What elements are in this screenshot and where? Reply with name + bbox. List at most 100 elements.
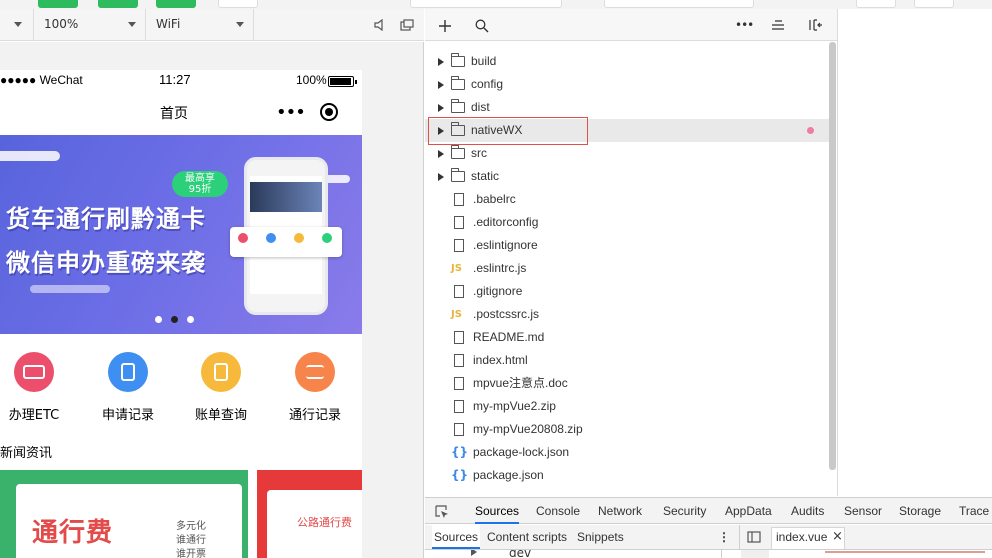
tab-trace[interactable]: Trace xyxy=(959,498,989,524)
battery-label: 100% xyxy=(296,73,327,87)
tab-sensor[interactable]: Sensor xyxy=(844,498,882,524)
tree-file[interactable]: index.html xyxy=(425,349,829,372)
tab-console[interactable]: Console xyxy=(536,498,580,524)
news-card-title: 通行费 xyxy=(32,518,114,548)
promo-banner[interactable]: 货车通行刷黔通卡 微信申办重磅来袭 最高享 95折 xyxy=(0,135,362,334)
compile-button[interactable] xyxy=(38,0,78,8)
toggle-panel-icon[interactable] xyxy=(809,19,823,31)
debug-button[interactable] xyxy=(156,0,196,8)
collapse-all-icon[interactable] xyxy=(771,20,785,30)
subtab-snippets[interactable]: Snippets xyxy=(577,525,624,549)
tree-file[interactable]: {} package-lock.json xyxy=(425,441,829,464)
shortcut-pass-records[interactable]: 通行记录 xyxy=(280,352,350,423)
clock-label: 11:27 xyxy=(159,72,191,87)
tree-file[interactable]: .editorconfig xyxy=(425,211,829,234)
news-card[interactable]: 公路通行费 xyxy=(257,470,362,558)
carrier-label: ●●●●● WeChat xyxy=(0,73,83,87)
mode-select[interactable] xyxy=(410,0,562,8)
list-icon xyxy=(295,352,335,392)
js-file-icon: JS xyxy=(451,263,462,274)
tree-item-label: my-mpVue2.zip xyxy=(473,399,556,413)
expand-arrow-icon[interactable] xyxy=(438,58,444,66)
more-dots-icon[interactable]: ••• xyxy=(276,104,306,122)
selection-outline xyxy=(428,117,588,145)
shortcut-apply-etc[interactable]: 办理ETC xyxy=(0,352,69,423)
tree-file[interactable]: JS .eslintrc.js xyxy=(425,257,829,280)
detach-window-icon[interactable] xyxy=(400,19,414,31)
volume-icon[interactable] xyxy=(374,19,386,31)
expand-arrow-icon[interactable] xyxy=(438,173,444,181)
search-icon[interactable] xyxy=(475,19,489,33)
add-icon[interactable] xyxy=(439,20,451,32)
more-icon[interactable]: ••• xyxy=(735,18,754,32)
expand-arrow-icon[interactable] xyxy=(471,550,477,556)
tree-file[interactable]: mpvue注意点.doc xyxy=(425,372,829,395)
file-icon xyxy=(454,354,464,367)
zoom-select[interactable]: 100% xyxy=(34,9,146,40)
tree-file[interactable]: my-mpVue2.zip xyxy=(425,395,829,418)
tree-file[interactable]: .babelrc xyxy=(425,188,829,211)
shortcut-application-records[interactable]: 申请记录 xyxy=(93,352,163,423)
network-value: WiFi xyxy=(156,17,181,31)
carousel-dot[interactable] xyxy=(155,316,162,323)
tree-file[interactable]: my-mpVue20808.zip xyxy=(425,418,829,441)
tree-item-label: package-lock.json xyxy=(473,445,570,459)
tree-folder-src[interactable]: src xyxy=(425,142,829,165)
tree-folder-dist[interactable]: dist xyxy=(425,96,829,119)
close-icon[interactable]: × xyxy=(832,529,843,544)
toolbar-control[interactable] xyxy=(218,0,258,8)
file-tree-scrollbar[interactable] xyxy=(829,42,836,470)
tab-network[interactable]: Network xyxy=(598,498,642,524)
close-capsule-icon[interactable] xyxy=(320,103,338,121)
tree-file[interactable]: {} package.json xyxy=(425,464,829,487)
expand-arrow-icon[interactable] xyxy=(438,104,444,112)
expand-arrow-icon[interactable] xyxy=(438,81,444,89)
shortcut-bill-query[interactable]: 账单查询 xyxy=(186,352,256,423)
tab-audits[interactable]: Audits xyxy=(791,498,824,524)
expand-arrow-icon[interactable] xyxy=(438,150,444,158)
toggle-navigator-icon[interactable] xyxy=(747,531,761,543)
tab-storage[interactable]: Storage xyxy=(899,498,941,524)
preview-button[interactable] xyxy=(98,0,138,8)
simulator-toolbar: 100% WiFi xyxy=(0,9,424,41)
toolbar-control-2[interactable] xyxy=(856,0,896,8)
subtab-sources[interactable]: Sources xyxy=(432,525,481,549)
editor-tab-index-vue[interactable]: index.vue × xyxy=(771,527,845,549)
tree-file[interactable]: .eslintignore xyxy=(425,234,829,257)
cloud-decoration xyxy=(0,151,60,161)
subtab-content-scripts[interactable]: Content scripts xyxy=(487,525,567,549)
carousel-dot-active[interactable] xyxy=(171,316,178,323)
folder-icon xyxy=(451,53,465,67)
shortcut-label: 通行记录 xyxy=(288,408,341,423)
modified-indicator-dot xyxy=(807,127,814,134)
tree-file[interactable]: README.md xyxy=(425,326,829,349)
tree-item-label: src xyxy=(471,146,487,160)
tree-folder-config[interactable]: config xyxy=(425,73,829,96)
file-icon xyxy=(454,377,464,390)
toolbar-control-3[interactable] xyxy=(914,0,954,8)
tree-item-label: my-mpVue20808.zip xyxy=(473,422,583,436)
devtools-tabbar: Sources Console Network Security AppData… xyxy=(425,497,992,524)
top-toolbar-strip xyxy=(0,0,992,9)
tab-appdata[interactable]: AppData xyxy=(725,498,772,524)
app-card-illustration xyxy=(230,227,342,257)
tree-item-label[interactable]: dev xyxy=(509,550,531,558)
more-options-icon[interactable]: ⋮ xyxy=(718,525,730,549)
tree-file[interactable]: .gitignore xyxy=(425,280,829,303)
news-card[interactable]: 通行费 多元化 谁通行 谁开票 xyxy=(0,470,248,558)
inspect-element-icon[interactable] xyxy=(435,505,449,519)
carousel-dot[interactable] xyxy=(187,316,194,323)
compile-mode-select[interactable] xyxy=(604,0,754,8)
device-select[interactable] xyxy=(0,9,34,40)
tree-file[interactable]: JS .postcssrc.js xyxy=(425,303,829,326)
truck-image xyxy=(250,182,322,212)
tab-security[interactable]: Security xyxy=(663,498,706,524)
battery-icon xyxy=(328,76,357,87)
network-select[interactable]: WiFi xyxy=(146,9,254,40)
tab-sources[interactable]: Sources xyxy=(475,498,520,524)
shortcut-label: 申请记录 xyxy=(101,408,154,423)
zoom-value: 100% xyxy=(44,17,79,31)
tree-folder-static[interactable]: static xyxy=(425,165,829,188)
tree-folder-build[interactable]: build xyxy=(425,50,829,73)
json-file-icon: {} xyxy=(451,468,469,482)
